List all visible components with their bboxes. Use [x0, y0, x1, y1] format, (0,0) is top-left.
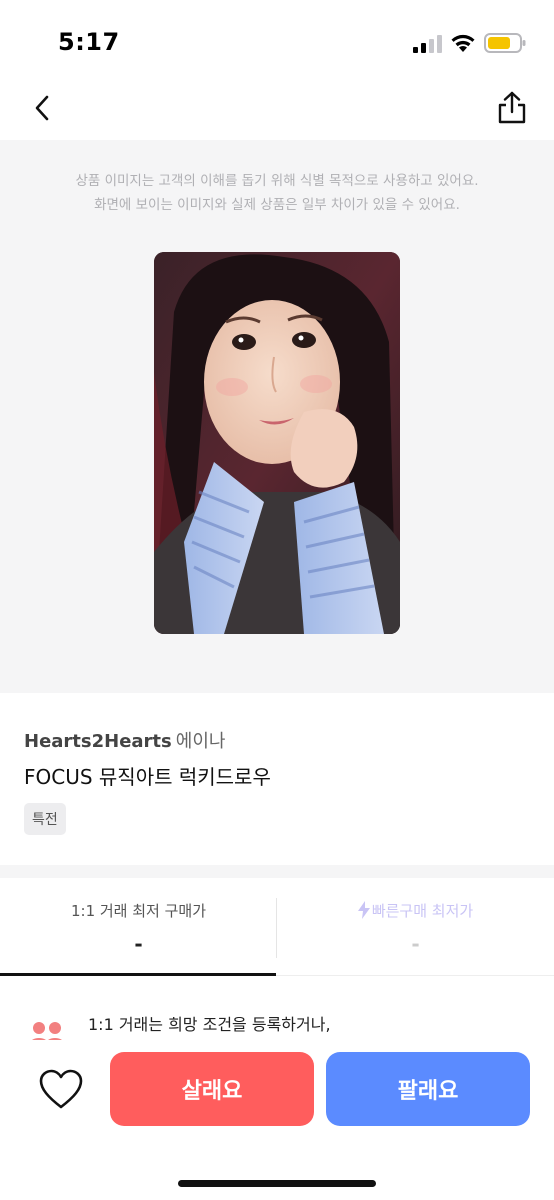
product-photo[interactable]: [154, 252, 400, 634]
price-tabs: 1:1 거래 최저 구매가 - 빠른구매 최저가 -: [0, 878, 554, 976]
home-indicator: [178, 1180, 376, 1187]
product-title: FOCUS 뮤직아트 럭키드로우: [24, 765, 271, 789]
image-disclaimer: 상품 이미지는 고객의 이해를 돕기 위해 식별 목적으로 사용하고 있어요. …: [0, 169, 554, 217]
lightning-icon: [357, 901, 370, 919]
member-name: 에이나: [175, 731, 226, 752]
image-disclaimer-line2: 화면에 보이는 이미지와 실제 상품은 일부 차이가 있을 수 있어요.: [94, 197, 460, 213]
product-image-area: 상품 이미지는 고객의 이해를 돕기 위해 식별 목적으로 사용하고 있어요. …: [0, 140, 554, 693]
users-icon: [31, 1022, 63, 1040]
navigation-bar: [0, 80, 554, 140]
tab-quick-buy-text: 빠른구매 최저가: [371, 902, 474, 920]
bottom-action-bar: 살래요 팔래요: [0, 1040, 554, 1200]
sell-button[interactable]: 팔래요: [326, 1052, 530, 1126]
tab-direct-trade[interactable]: 1:1 거래 최저 구매가 -: [0, 878, 277, 976]
direct-trade-notice: 1:1 거래는 희망 조건을 등록하거나,: [0, 976, 554, 1040]
photocard-image: [154, 252, 400, 634]
chevron-left-icon: [35, 95, 49, 121]
image-disclaimer-line1: 상품 이미지는 고객의 이해를 돕기 위해 식별 목적으로 사용하고 있어요.: [75, 173, 479, 189]
tag-badge: 특전: [24, 803, 66, 835]
tab-quick-buy-label: 빠른구매 최저가: [277, 900, 554, 921]
cellular-signal-icon: [413, 35, 442, 53]
heart-icon: [39, 1069, 83, 1109]
artist-name[interactable]: Hearts2Hearts: [24, 731, 172, 752]
product-info: Hearts2Hearts 에이나 FOCUS 뮤직아트 럭키드로우 특전: [0, 693, 554, 865]
status-bar: 5:17: [0, 0, 554, 80]
share-icon: [498, 91, 526, 124]
tab-direct-trade-label: 1:1 거래 최저 구매가: [70, 902, 207, 920]
artist-line: Hearts2Hearts 에이나: [24, 727, 225, 753]
section-divider: [0, 865, 554, 878]
like-button[interactable]: [36, 1066, 86, 1112]
buy-button[interactable]: 살래요: [110, 1052, 314, 1126]
back-button[interactable]: [24, 90, 60, 126]
battery-icon: [484, 33, 526, 53]
wifi-icon: [451, 34, 475, 52]
tab-direct-trade-value: -: [134, 932, 143, 956]
notice-text: 1:1 거래는 희망 조건을 등록하거나,: [88, 1015, 331, 1034]
share-button[interactable]: [494, 88, 530, 128]
tab-quick-buy-value: -: [411, 932, 420, 956]
status-time: 5:17: [58, 28, 120, 56]
tab-quick-buy[interactable]: 빠른구매 최저가 -: [277, 878, 554, 976]
